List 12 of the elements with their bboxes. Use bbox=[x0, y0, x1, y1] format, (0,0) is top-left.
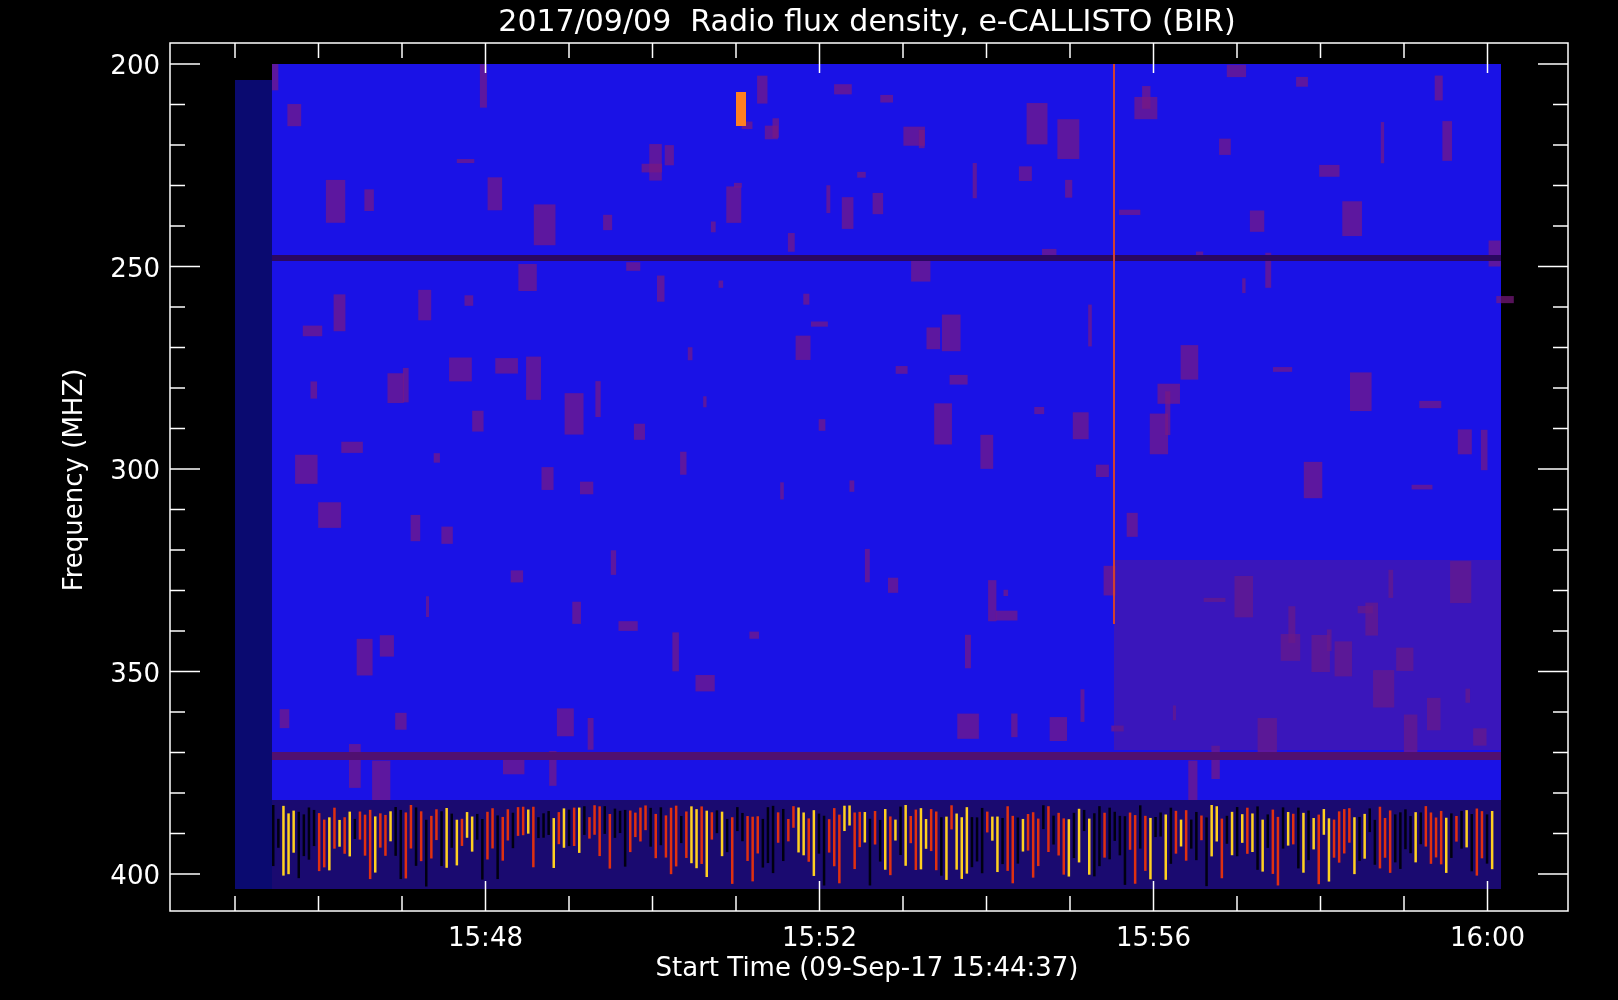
chart-title: 2017/09/09 Radio flux density, e-CALLISTO (BIR) bbox=[498, 3, 1236, 38]
x-axis-label: Start Time (09-Sep-17 15:44:37) bbox=[655, 952, 1079, 982]
x-tick-label: 16:00 bbox=[1450, 922, 1525, 952]
x-tick-label: 15:48 bbox=[448, 922, 523, 952]
y-tick-label: 250 bbox=[110, 252, 160, 283]
y-tick-label: 200 bbox=[110, 50, 160, 80]
y-tick-label: 350 bbox=[110, 657, 160, 688]
x-tick-label: 15:56 bbox=[1116, 922, 1191, 952]
y-tick-label: 400 bbox=[110, 860, 160, 890]
y-axis-label: Frequency (MHZ) bbox=[58, 368, 88, 592]
x-tick-label: 15:52 bbox=[782, 922, 857, 952]
y-tick-label: 300 bbox=[110, 455, 160, 485]
